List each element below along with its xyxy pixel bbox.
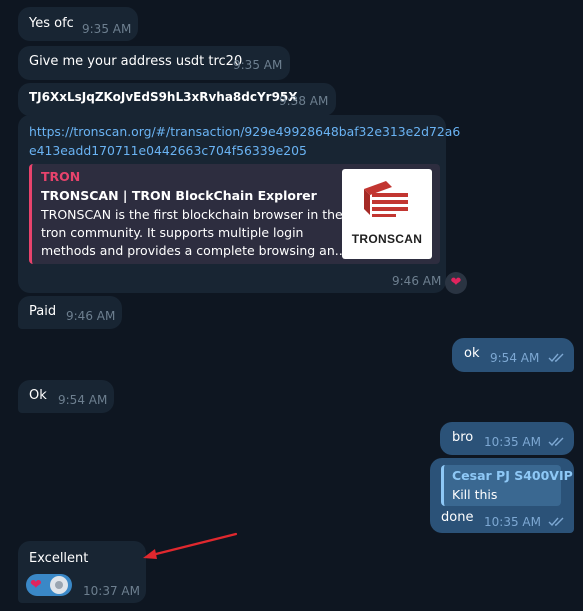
reaction-chip[interactable]: ❤ xyxy=(26,574,72,596)
message-bubble[interactable]: bro 10:35 AM xyxy=(440,422,574,455)
message-time: 9:54 AM xyxy=(490,351,540,365)
link-preview[interactable]: TRON TRONSCAN | TRON BlockChain Explorer… xyxy=(29,164,440,264)
message-time: 9:54 AM xyxy=(58,393,108,407)
link-message-bubble[interactable]: https://tronscan.org/#/transaction/929e4… xyxy=(18,115,460,293)
message-bubble[interactable]: Excellent ❤ 10:37 AM xyxy=(18,541,146,603)
message-time: 9:35 AM xyxy=(82,22,132,36)
transaction-link[interactable]: https://tronscan.org/#/transaction/929e4… xyxy=(29,122,460,141)
wallet-address: TJ6XxLsJqZKoJvEdS9hL3xRvha8dcYr95X xyxy=(29,90,298,104)
message-time: 10:35 AM xyxy=(484,515,541,529)
reply-quoted-text: Kill this xyxy=(452,487,498,502)
message-text: done xyxy=(441,510,474,525)
message-text: Excellent xyxy=(29,551,89,566)
message-bubble[interactable]: Give me your address usdt trc20 9:35 AM xyxy=(18,46,290,80)
message-time: 9:35 AM xyxy=(233,58,283,72)
message-time: 9:38 AM xyxy=(279,94,329,108)
message-time: 10:37 AM xyxy=(83,584,140,598)
double-check-icon xyxy=(548,353,564,363)
message-bubble[interactable]: Paid 9:46 AM xyxy=(18,296,122,329)
message-text: Ok xyxy=(29,388,47,403)
message-text: ok xyxy=(464,346,480,361)
heart-icon: ❤ xyxy=(30,577,42,593)
message-bubble[interactable]: Yes ofc 9:35 AM xyxy=(18,7,138,41)
message-text: bro xyxy=(452,430,474,445)
reply-sender-name: Cesar PJ S400VIP xyxy=(452,468,573,483)
double-check-icon xyxy=(548,517,564,527)
preview-desc-line: methods and provides a complete browsing… xyxy=(41,243,347,258)
preview-site-name: TRON xyxy=(41,169,81,184)
message-text: Give me your address usdt trc20 xyxy=(29,54,243,69)
reply-message-bubble[interactable]: Cesar PJ S400VIP Kill this done 10:35 AM xyxy=(430,458,574,533)
transaction-link[interactable]: e413eadd170711e0442663c704f56339e205 xyxy=(29,141,307,160)
message-bubble[interactable]: ok 9:54 AM xyxy=(452,338,574,372)
red-arrow-annotation xyxy=(143,532,238,559)
preview-title: TRONSCAN | TRON BlockChain Explorer xyxy=(41,188,317,203)
tronscan-logo: TRONSCAN xyxy=(342,169,432,259)
message-time: 9:46 AM xyxy=(66,309,116,323)
preview-desc-line: TRONSCAN is the first blockchain browser… xyxy=(41,207,343,222)
reaction-emoji: ❤ xyxy=(450,275,462,290)
message-text: Paid xyxy=(29,304,57,319)
preview-description: TRONSCAN is the first blockchain browser… xyxy=(41,206,347,260)
heart-icon[interactable]: ❤ xyxy=(445,272,467,294)
message-bubble[interactable]: Ok 9:54 AM xyxy=(18,380,114,413)
message-bubble[interactable]: TJ6XxLsJqZKoJvEdS9hL3xRvha8dcYr95X 9:38 … xyxy=(18,83,336,116)
thumb-label: TRONSCAN xyxy=(351,232,423,246)
message-time: 9:46 AM xyxy=(392,274,442,288)
double-check-icon xyxy=(548,437,564,447)
reply-quote[interactable]: Cesar PJ S400VIP Kill this xyxy=(441,465,573,506)
message-text: Yes ofc xyxy=(29,16,74,31)
tronscan-logo-mark xyxy=(364,181,408,217)
avatar xyxy=(50,576,68,594)
preview-desc-line: tron community. It supports multiple log… xyxy=(41,225,304,240)
message-time: 10:35 AM xyxy=(484,435,541,449)
